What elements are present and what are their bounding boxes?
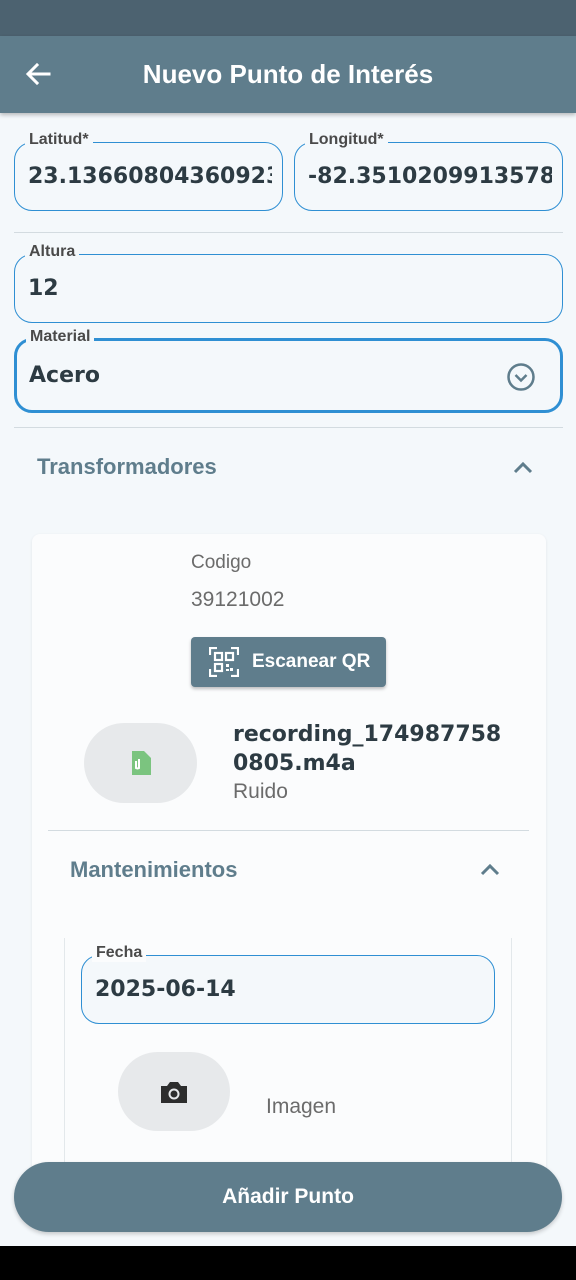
qr-code-scan-icon bbox=[209, 647, 239, 677]
arrow-left-icon bbox=[25, 62, 51, 86]
divider bbox=[14, 427, 563, 428]
audio-file-button[interactable] bbox=[84, 723, 197, 803]
transformadores-header[interactable]: Transformadores bbox=[37, 454, 217, 480]
longitude-field[interactable]: Longitud* -82.35102099135781 bbox=[294, 131, 563, 211]
chevron-up-icon[interactable] bbox=[480, 863, 500, 877]
altura-value: 12 bbox=[28, 276, 59, 301]
latitude-value: 23.13660804360923 bbox=[28, 164, 272, 189]
camera-button[interactable] bbox=[118, 1052, 230, 1131]
codigo-label: Codigo bbox=[191, 552, 252, 573]
audio-file-name: recording_1749877580805.m4a bbox=[233, 722, 502, 776]
scan-qr-label: Escanear QR bbox=[252, 651, 371, 672]
longitude-value: -82.35102099135781 bbox=[308, 164, 552, 189]
chevron-up-icon[interactable] bbox=[513, 461, 533, 475]
chevron-down-circle-icon[interactable] bbox=[506, 362, 536, 392]
app-bar: Nuevo Punto de Interés bbox=[0, 36, 576, 113]
audio-file-type: Ruido bbox=[233, 780, 288, 803]
page-title: Nuevo Punto de Interés bbox=[142, 59, 434, 89]
material-value: Acero bbox=[29, 363, 100, 388]
altura-field[interactable]: Altura 12 bbox=[14, 243, 563, 323]
audio-file-icon bbox=[131, 751, 151, 775]
system-navigation-bar bbox=[0, 1246, 576, 1280]
scan-qr-button[interactable]: Escanear QR bbox=[191, 637, 386, 687]
fecha-value: 2025-06-14 bbox=[95, 977, 236, 1002]
camera-icon bbox=[161, 1081, 187, 1103]
status-bar bbox=[0, 0, 576, 36]
divider bbox=[14, 232, 563, 233]
back-button[interactable] bbox=[20, 58, 56, 90]
imagen-label: Imagen bbox=[266, 1095, 337, 1118]
add-point-button[interactable]: Añadir Punto bbox=[14, 1162, 562, 1232]
fecha-field[interactable]: Fecha 2025-06-14 bbox=[81, 944, 495, 1024]
material-select[interactable]: Material Acero bbox=[14, 328, 563, 413]
divider bbox=[48, 830, 529, 831]
codigo-value: 39121002 bbox=[191, 588, 285, 611]
mantenimientos-header[interactable]: Mantenimientos bbox=[70, 857, 237, 883]
latitude-field[interactable]: Latitud* 23.13660804360923 bbox=[14, 131, 283, 211]
add-point-label: Añadir Punto bbox=[222, 1185, 354, 1208]
